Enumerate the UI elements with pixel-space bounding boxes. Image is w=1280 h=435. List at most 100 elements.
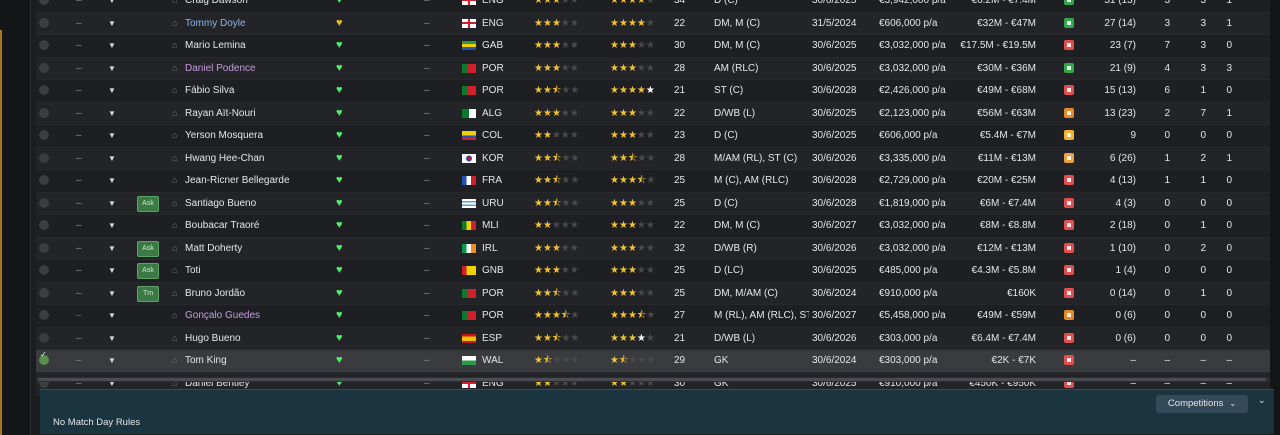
select-checkbox[interactable] [39,242,49,253]
morale-icon [1064,62,1074,73]
player-name[interactable]: Yerson Mosquera [185,125,325,146]
table-row[interactable]: – ▼ ⌂ Rayan Aït-Nouri ♥ – ALG ★★★★★ ★★★★★ 22 D/WB … [36,102,1270,125]
contract-expiry: 30/6/2025 [812,0,857,6]
contract-expiry: 30/6/2025 [812,40,857,51]
flag-icon [462,108,476,118]
chevron-down-icon[interactable]: ▼ [108,328,118,349]
chevron-down-icon[interactable]: ▼ [108,0,118,11]
chevron-down-icon[interactable]: ▼ [108,238,118,259]
table-row[interactable]: – ▼ ⌂ Boubacar Traoré ♥ – MLI ★★★★★ ★★★★★ 22 DM, M… [36,215,1270,238]
player-age: 23 [674,130,686,141]
player-of-match: 0 [1226,175,1232,186]
horizontal-scrollbar[interactable] [36,377,1270,382]
table-row[interactable]: – ▼ ⌂ Daniel Podence ♥ – POR ★★★★★ ★★★★★ 28 AM (RL… [36,57,1270,80]
transfer-value: €5.4M - €7M [979,130,1036,141]
select-checkbox[interactable] [39,220,49,230]
goals: 2 [1164,107,1170,119]
current-ability-stars: ★★★★★ [534,220,579,231]
table-row[interactable]: – ▼ Ask ⌂ Santiago Bueno ♥ – URU ★★⯪★★ ★★★★★ 25 D (… [36,192,1270,215]
chevron-down-icon[interactable]: ▼ [108,148,118,169]
player-name[interactable]: Rayan Aït-Nouri [185,103,325,124]
status-dash: – [424,0,430,6]
chevron-down-icon[interactable]: ▼ [108,80,118,101]
competitions-dropdown[interactable]: Competitions ⌄ [1156,395,1248,413]
player-name[interactable]: Daniel Podence [185,58,325,79]
table-row[interactable]: – ▼ ⌂ Tommy Doyle ♥ – ENG ★★★★★ ★★★★★ 22 DM, M (C)… [36,12,1270,35]
table-row[interactable]: – ▼ ⌂ Gonçalo Guedes ♥ – POR ★★★⯪★ ★★★⯪★ 27 M (RL)… [36,305,1270,328]
player-age: 25 [674,197,686,209]
player-name[interactable]: Mario Lemina [185,35,325,56]
select-checkbox[interactable] [39,0,49,5]
chevron-down-icon[interactable]: ▼ [108,103,118,124]
person-icon: ⌂ [172,265,178,275]
select-checkbox[interactable] [39,40,49,50]
collapse-panel-icon[interactable]: ⌄ [1258,395,1266,406]
morale-icon [1064,220,1074,230]
table-row[interactable]: – ▼ ⌂ Hugo Bueno ♥ – ESP ★★⯪★★ ★★★★★ 21 D/WB (L) 30… [36,327,1270,350]
chevron-down-icon[interactable]: ▼ [108,35,118,56]
select-checkbox[interactable] [39,85,49,95]
table-row[interactable]: – ▼ ⌂ Yerson Mosquera ♥ – COL ★★★★★ ★★★★★ 23 D (C)… [36,125,1270,148]
table-row[interactable]: – ▼ Ask ⌂ Matt Doherty ♥ – IRL ★★★★★ ★★★★★ 32 D/WB … [36,237,1270,260]
match-day-rules-text: No Match Day Rules [53,417,141,428]
chevron-down-icon[interactable]: ▼ [108,283,118,304]
current-ability-stars: ★★★★★ [534,265,579,276]
morale-icon [1064,310,1074,320]
goals: 0 [1164,287,1170,299]
table-row[interactable]: – ▼ ⌂ Hwang Hee-Chan ♥ – KOR ★★⯪★★ ★★⯪★★ 28 M/AM (… [36,147,1270,170]
player-name[interactable]: Bruno Jordão [185,283,325,304]
chevron-down-icon[interactable]: ▼ [108,193,118,214]
player-name[interactable]: Boubacar Traoré [185,215,325,236]
player-name[interactable]: Hugo Bueno [185,328,325,349]
select-checkbox[interactable] [39,62,49,73]
player-age: 25 [674,175,686,186]
player-name[interactable]: Santiago Bueno [185,193,325,214]
chevron-down-icon[interactable]: ▼ [108,260,118,281]
table-row[interactable]: – ▼ ⌂ Fábio Silva ♥ – POR ★★⯪★★ ★★★★★ 21 ST (C) 30/… [36,80,1270,103]
player-name[interactable]: Toti [185,260,325,281]
select-checkbox[interactable] [39,197,49,208]
player-name[interactable]: Fábio Silva [185,80,325,101]
player-name[interactable]: Hwang Hee-Chan [185,148,325,169]
table-row[interactable]: – ▼ ⌂ Tom King ♥ – WAL ★⯪★★★ ★⯪★★★ 29 GK 30/6/2024 €… [36,350,1270,373]
select-checkbox[interactable] [39,152,49,163]
heart-icon: ♥ [336,219,343,231]
chevron-down-icon[interactable]: ▼ [108,170,118,191]
chevron-down-icon[interactable]: ▼ [108,305,118,326]
table-row[interactable]: – ▼ Tm ⌂ Bruno Jordão ♥ – POR ★★⯪★★ ★★★★★ 25 DM, M/… [36,282,1270,305]
select-checkbox[interactable] [39,310,49,320]
select-checkbox[interactable] [39,17,49,28]
select-checkbox[interactable] [39,265,49,275]
table-row[interactable]: – ▼ ⌂ Mario Lemina ♥ – GAB ★★★★★ ★★★★★ 30 DM, M (C… [36,35,1270,58]
scrollbar-thumb[interactable] [38,378,1266,381]
select-checkbox[interactable] [39,130,49,140]
person-icon: ⌂ [172,85,178,95]
chevron-down-icon[interactable]: ▼ [108,215,118,236]
table-row[interactable]: – ▼ ⌂ Jean-Ricner Bellegarde ♥ – FRA ★★⯪★★ ★★★⯪★… [36,170,1270,193]
chevron-down-icon[interactable]: ▼ [108,58,118,79]
player-name[interactable]: Craig Dawson [185,0,325,11]
player-name[interactable]: Gonçalo Guedes [185,305,325,326]
current-ability-stars: ★★★★★ [534,0,579,6]
player-name[interactable]: Jean-Ricner Bellegarde [185,170,325,191]
nationality-code: ALG [482,107,503,119]
chevron-down-icon[interactable]: ▼ [108,350,118,371]
chevron-down-icon[interactable]: ▼ [108,13,118,34]
player-name[interactable]: Tommy Doyle [185,13,325,34]
flag-icon [462,198,476,208]
select-checkbox[interactable] [39,175,49,185]
table-row[interactable]: – ▼ Ask ⌂ Toti ♥ – GNB ★★★★★ ★★★★★ 25 D (LC) 30/6/20… [36,260,1270,283]
potential-ability-stars: ★★★★★ [610,40,655,51]
contract-expiry: 30/6/2026 [812,242,857,254]
player-name[interactable]: Matt Doherty [185,238,325,259]
player-name[interactable]: Tom King [185,350,325,371]
select-checkbox[interactable] [39,350,49,365]
select-checkbox[interactable] [39,332,49,343]
person-icon: ⌂ [172,107,178,118]
right-frame [1270,0,1280,435]
select-checkbox[interactable] [39,287,49,298]
chevron-down-icon[interactable]: ▼ [108,125,118,146]
select-checkbox[interactable] [39,107,49,118]
table-row[interactable]: – ▼ ⌂ Craig Dawson ♥ – ENG ★★★★★ ★★★★★ 34 D (C) 30/… [36,0,1270,13]
appearances: 4 (3) [1115,197,1136,209]
